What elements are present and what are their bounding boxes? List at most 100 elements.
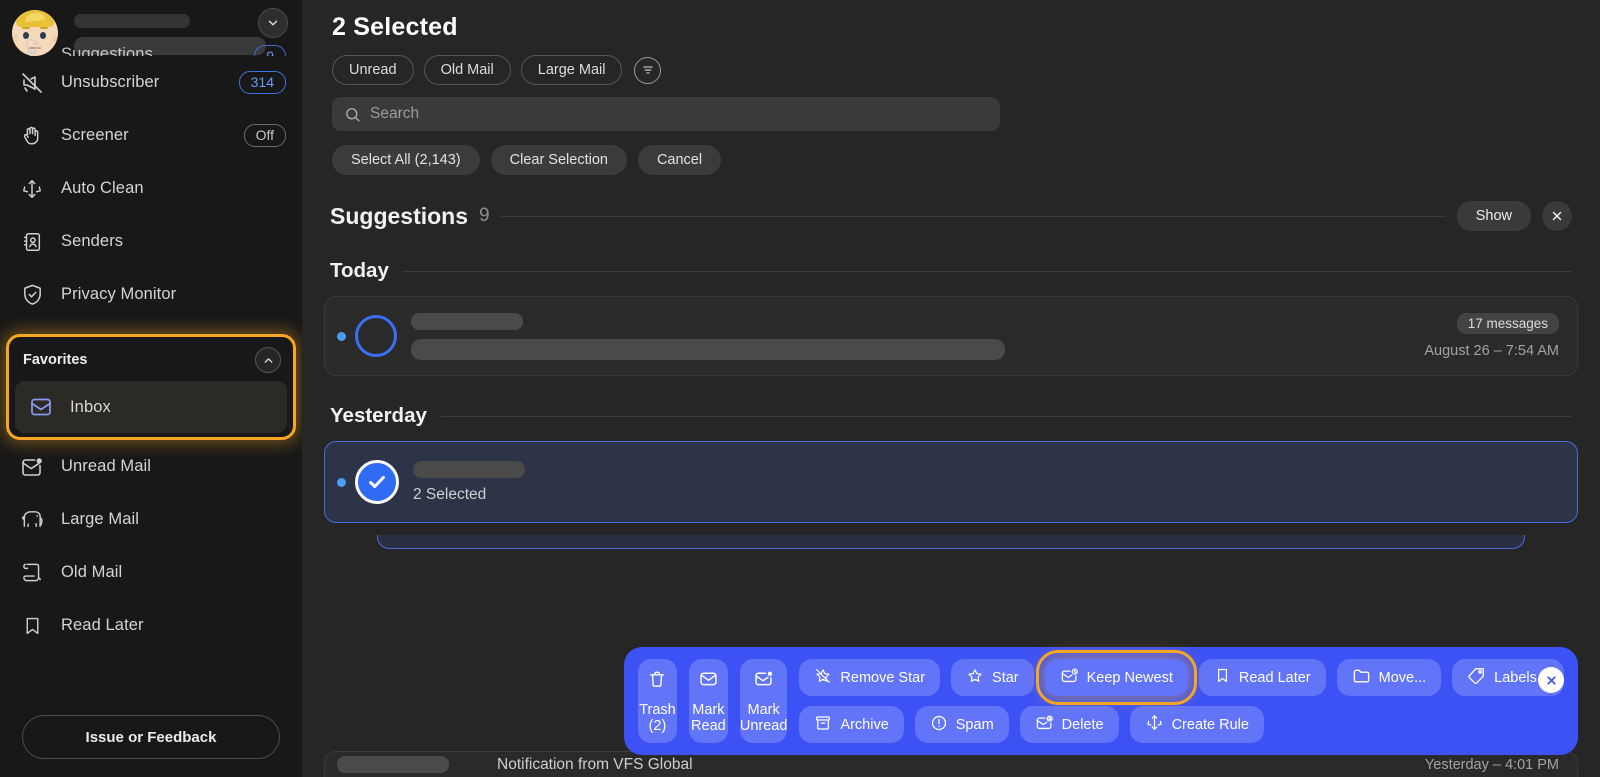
star-button[interactable]: Star xyxy=(951,659,1034,696)
search-box[interactable] xyxy=(332,97,1000,131)
issue-or-feedback-button[interactable]: Issue or Feedback xyxy=(22,715,280,759)
sidebar-item-old-mail[interactable]: Old Mail xyxy=(0,546,302,599)
address-book-icon xyxy=(18,228,46,256)
sidebar-item-unread-mail[interactable]: Unread Mail xyxy=(0,440,302,493)
sidebar-item-label: Auto Clean xyxy=(61,179,144,197)
sidebar: Suggestions 9 Unsubscriber 314 Screener … xyxy=(0,0,302,777)
favorites-title: Favorites xyxy=(23,352,88,368)
sidebar-item-label: Suggestions xyxy=(61,45,153,56)
shield-check-icon xyxy=(18,281,46,309)
archive-box-icon xyxy=(814,714,832,736)
unread-dot-icon xyxy=(337,331,346,341)
sidebar-item-suggestions[interactable]: Suggestions 9 xyxy=(0,32,302,56)
button-label: Create Rule xyxy=(1171,716,1249,733)
spam-button[interactable]: Spam xyxy=(914,706,1009,743)
row-checkbox[interactable] xyxy=(355,315,397,357)
bookmark-icon xyxy=(18,612,46,640)
move-button[interactable]: Move... xyxy=(1336,659,1442,696)
button-label: Star xyxy=(992,669,1019,686)
remove-star-button[interactable]: Remove Star xyxy=(799,659,941,696)
day-label: Today xyxy=(330,259,389,282)
envelope-x-icon xyxy=(1035,713,1054,736)
mark-read-button[interactable]: Mark Read xyxy=(688,659,728,743)
toolbar-row-2: Archive Spam Delete Create Rule xyxy=(799,706,1564,743)
row-content xyxy=(411,312,1424,360)
table-row-selected[interactable]: 2 Selected xyxy=(324,441,1578,549)
sidebar-item-inbox[interactable]: Inbox xyxy=(15,381,287,433)
exclamation-circle-icon xyxy=(930,714,948,736)
divider xyxy=(500,215,1446,217)
clear-selection-button[interactable]: Clear Selection xyxy=(490,145,627,175)
star-icon xyxy=(966,667,984,689)
lightbulb-icon xyxy=(18,34,46,56)
star-slash-icon xyxy=(814,667,832,689)
filter-chip-old-mail[interactable]: Old Mail xyxy=(423,55,511,85)
sender-placeholder xyxy=(337,756,449,773)
archive-button[interactable]: Archive xyxy=(799,706,904,743)
row-date: August 26 – 7:54 AM xyxy=(1424,343,1559,359)
mark-unread-button[interactable]: Mark Unread xyxy=(739,659,788,743)
trash-button[interactable]: Trash (2) xyxy=(638,659,677,743)
main-content: 2 Selected Unread Old Mail Large Mail Se… xyxy=(302,0,1600,777)
suggestions-show-button[interactable]: Show xyxy=(1456,201,1531,231)
sidebar-item-auto-clean[interactable]: Auto Clean xyxy=(0,162,302,215)
suggestions-title: Suggestions xyxy=(330,202,469,229)
sender-placeholder xyxy=(411,312,523,330)
row-meta: 17 messages August 26 – 7:54 AM xyxy=(1424,313,1559,359)
trash-icon xyxy=(647,669,667,693)
badge-status: Off xyxy=(243,124,286,147)
sidebar-item-read-later[interactable]: Read Later xyxy=(0,599,302,652)
close-icon[interactable] xyxy=(1542,201,1572,231)
folder-icon xyxy=(1352,666,1371,689)
envelope-open-icon xyxy=(698,668,719,693)
button-label: Spam xyxy=(955,716,994,733)
read-later-button[interactable]: Read Later xyxy=(1198,659,1326,696)
sidebar-item-unsubscriber[interactable]: Unsubscriber 314 xyxy=(0,56,302,109)
badge-count: 314 xyxy=(238,71,286,94)
create-rule-button[interactable]: Create Rule xyxy=(1129,706,1264,743)
row-date: Yesterday – 4:01 PM xyxy=(1424,756,1559,773)
filter-lines-icon[interactable] xyxy=(634,56,662,84)
envelope-dot-icon xyxy=(753,668,774,693)
toolbar-row-1: Remove Star Star Keep Newest Read Later … xyxy=(799,650,1564,705)
close-icon[interactable] xyxy=(1538,667,1564,693)
delete-button[interactable]: Delete xyxy=(1019,706,1119,743)
sidebar-item-label: Privacy Monitor xyxy=(61,285,177,303)
sidebar-item-screener[interactable]: Screener Off xyxy=(0,109,302,162)
search-area xyxy=(302,85,1600,131)
sidebar-item-senders[interactable]: Senders xyxy=(0,215,302,268)
button-label: Read Later xyxy=(1238,669,1311,686)
sidebar-item-label: Old Mail xyxy=(61,563,123,581)
filter-chip-large-mail[interactable]: Large Mail xyxy=(520,55,623,85)
sidebar-item-label: Large Mail xyxy=(61,510,140,528)
day-header-today: Today xyxy=(302,231,1600,283)
button-label: Mark Read xyxy=(691,702,726,734)
toolbar-secondary-actions: Remove Star Star Keep Newest Read Later … xyxy=(799,650,1564,743)
filter-chip-unread[interactable]: Unread xyxy=(332,55,414,85)
badge-count: 9 xyxy=(254,45,286,56)
sidebar-item-privacy-monitor[interactable]: Privacy Monitor xyxy=(0,268,302,321)
keep-newest-button[interactable]: Keep Newest xyxy=(1035,650,1197,705)
cancel-button[interactable]: Cancel xyxy=(637,145,722,175)
create-rule-arrows-icon xyxy=(1145,713,1164,736)
search-input[interactable] xyxy=(370,105,988,123)
page-title: 2 Selected xyxy=(332,13,458,41)
row-checkbox-checked[interactable] xyxy=(355,460,399,504)
divider xyxy=(440,415,1572,417)
day-label: Yesterday xyxy=(330,404,427,427)
elephant-icon xyxy=(18,506,46,534)
megaphone-off-icon xyxy=(18,69,46,97)
button-label: Mark Unread xyxy=(739,702,788,734)
row-stack-indicator xyxy=(377,535,1525,549)
app-window: Suggestions 9 Unsubscriber 314 Screener … xyxy=(0,0,1600,777)
favorites-header[interactable]: Favorites xyxy=(9,337,293,381)
sidebar-item-label: Senders xyxy=(61,232,124,250)
sidebar-item-label: Unread Mail xyxy=(61,457,152,475)
selection-actions: Select All (2,143) Clear Selection Cance… xyxy=(302,131,1600,175)
suggestions-count: 9 xyxy=(479,205,490,226)
table-row[interactable]: 17 messages August 26 – 7:54 AM xyxy=(324,296,1578,376)
select-all-button[interactable]: Select All (2,143) xyxy=(332,145,480,175)
sidebar-item-label: Inbox xyxy=(70,397,111,416)
sidebar-item-large-mail[interactable]: Large Mail xyxy=(0,493,302,546)
chevron-up-icon[interactable] xyxy=(255,347,281,373)
